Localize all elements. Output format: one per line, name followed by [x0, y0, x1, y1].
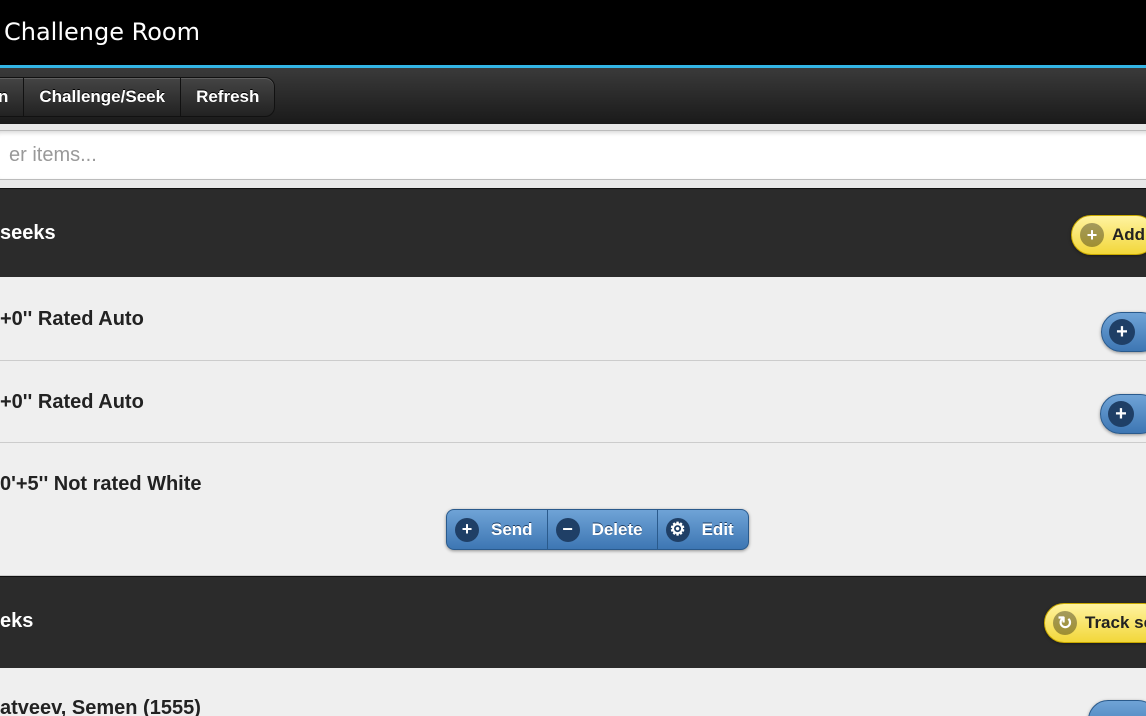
nav-bar: n Challenge/Seek Refresh [0, 68, 1146, 124]
minus-icon: − [555, 517, 580, 542]
title-bar: Challenge Room [0, 0, 1146, 68]
delete-label: Delete [591, 519, 643, 539]
plus-icon: + [1108, 401, 1134, 427]
nav-button-partial[interactable]: n [0, 78, 25, 116]
plus-icon: + [1080, 223, 1104, 247]
refresh-button[interactable]: Refresh [181, 78, 274, 116]
my-seeks-header: seeks + Add [0, 188, 1146, 277]
refresh-icon: ↻ [1053, 611, 1077, 635]
edit-button[interactable]: ⚙ Edit [658, 510, 748, 549]
add-seek-button[interactable]: + Add [1071, 215, 1146, 255]
seek-description: +0'' Rated Auto [0, 308, 144, 330]
seek-description: 0'+5'' Not rated White [0, 473, 202, 495]
delete-button[interactable]: − Delete [548, 510, 658, 549]
seek-action-group: + Send − Delete ⚙ Edit [446, 509, 749, 550]
filter-bar [0, 124, 1146, 188]
seek-player: atveev, Semen (1555) [0, 697, 201, 716]
filter-input[interactable] [0, 130, 1146, 180]
send-button[interactable]: + Send [447, 510, 548, 549]
seek-row[interactable]: +0'' Rated Auto + [0, 277, 1146, 361]
add-seek-label: Add [1112, 225, 1146, 244]
seek-description: +0'' Rated Auto [0, 391, 144, 413]
send-label: Send [491, 519, 533, 539]
challenge-room-screen: Challenge Room n Challenge/Seek Refresh … [0, 0, 1146, 716]
seeks-header: eks ↻ Track se [0, 576, 1146, 668]
gear-icon: ⚙ [665, 517, 690, 542]
edit-label: Edit [701, 519, 734, 539]
my-seeks-title: seeks [0, 222, 56, 244]
app-title: Challenge Room [4, 18, 200, 46]
plus-icon: + [455, 517, 479, 542]
seek-row[interactable]: +0'' Rated Auto + [0, 361, 1146, 443]
nav-button-group: n Challenge/Seek Refresh [0, 77, 276, 117]
track-seeks-label: Track se [1085, 613, 1146, 632]
challenge-seek-button[interactable]: Challenge/Seek [24, 78, 182, 116]
send-seek-button[interactable]: + [1101, 312, 1146, 352]
track-seeks-button[interactable]: ↻ Track se [1044, 603, 1146, 643]
seeks-title: eks [0, 610, 34, 632]
seek-row[interactable]: atveev, Semen (1555) [0, 668, 1146, 716]
seek-action-button[interactable] [1088, 700, 1146, 716]
send-seek-button[interactable]: + [1100, 394, 1146, 434]
plus-icon: + [1109, 319, 1135, 345]
